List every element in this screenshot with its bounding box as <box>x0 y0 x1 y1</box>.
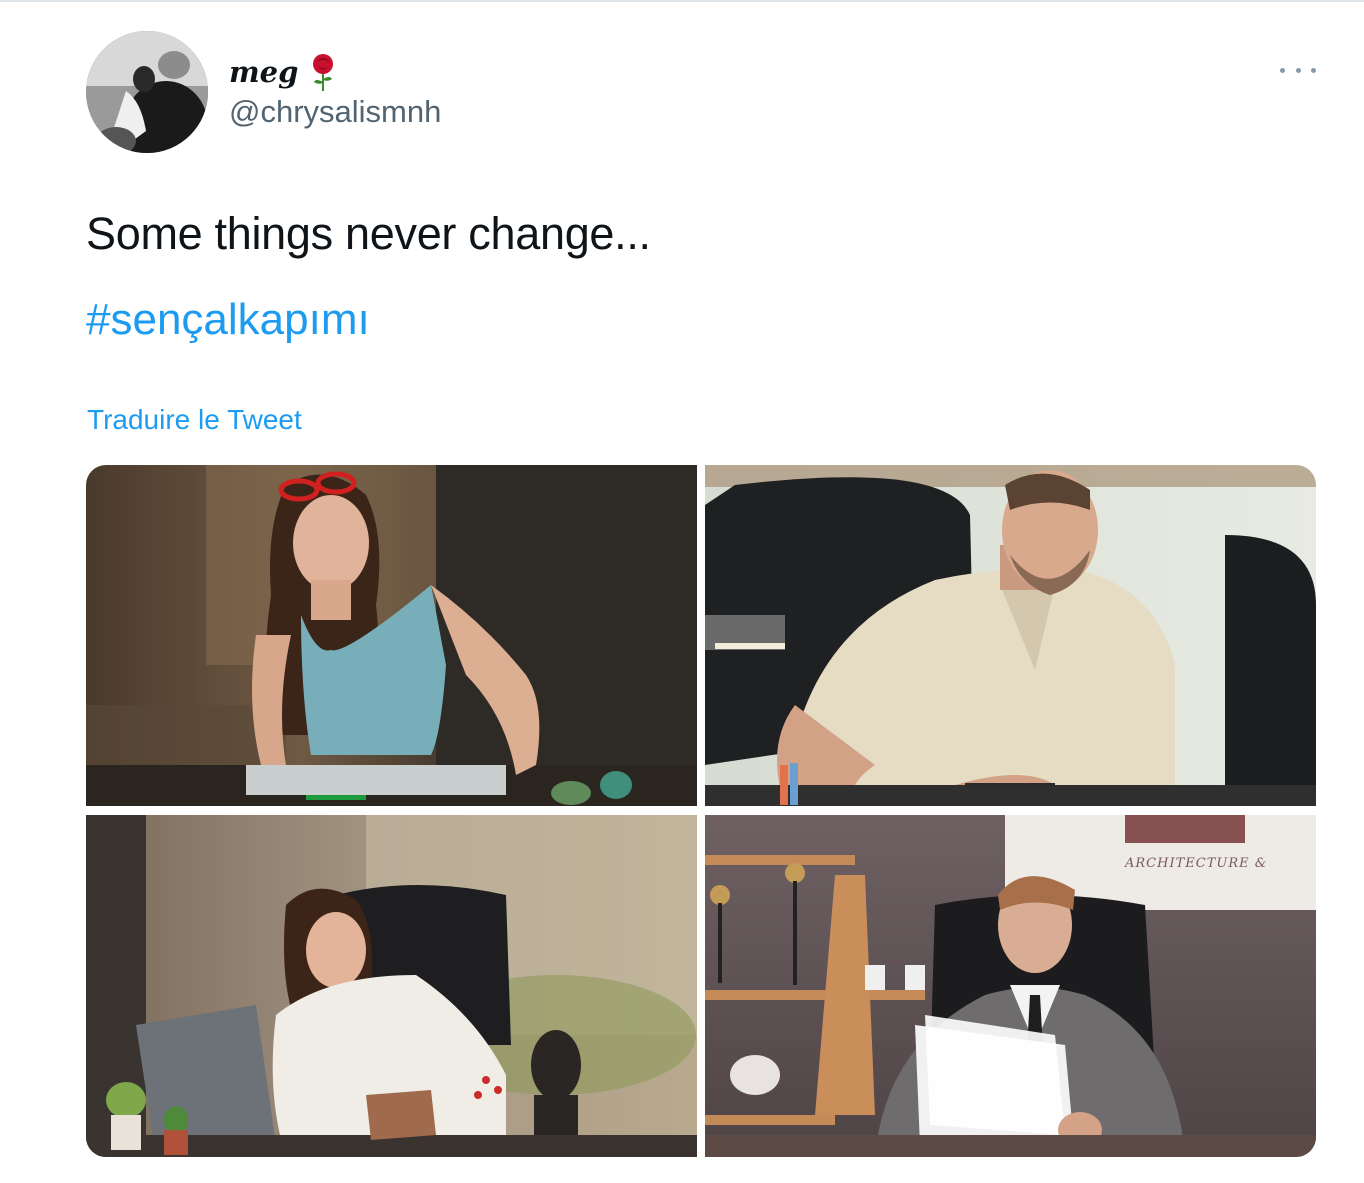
author-handle[interactable]: @chrysalismnh <box>229 94 441 130</box>
display-name-text: meg <box>229 55 299 89</box>
more-options-button[interactable] <box>1280 58 1316 82</box>
tweet-text: Some things never change... <box>86 208 651 259</box>
more-dot-icon <box>1311 67 1316 73</box>
translate-tweet-link[interactable]: Traduire le Tweet <box>87 404 302 436</box>
photo-man-smiling-at-desk[interactable] <box>705 465 1316 806</box>
author-display-name[interactable]: meg <box>229 52 340 92</box>
top-divider <box>0 0 1364 2</box>
photo-man-in-suit-reading[interactable]: ARCHITECTURE & <box>705 815 1316 1157</box>
photo-woman-drawing-at-desk[interactable] <box>86 465 697 806</box>
more-dot-icon <box>1295 67 1301 73</box>
rose-icon <box>306 52 340 92</box>
photo-woman-writing-at-desk[interactable] <box>86 815 697 1157</box>
hashtag-link[interactable]: #sençalkapımı <box>86 295 370 345</box>
architecture-sign-text: ARCHITECTURE & <box>1124 856 1267 871</box>
more-dot-icon <box>1280 67 1285 73</box>
author-avatar[interactable] <box>86 31 208 153</box>
media-grid: ARCHITECTURE & <box>86 465 1316 1157</box>
